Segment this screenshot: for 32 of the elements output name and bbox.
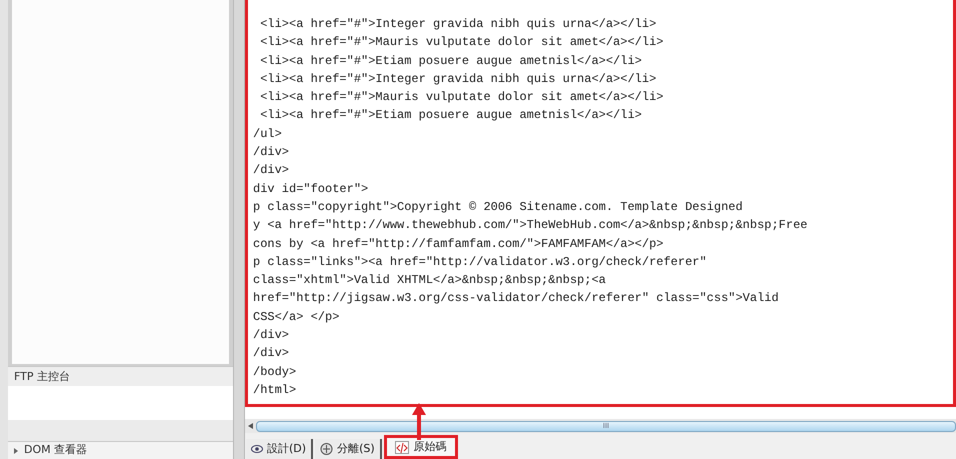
code-line: class="xhtml">Valid XHTML</a>&nbsp;&nbsp;&nbsp;<a [253, 272, 606, 290]
code-line: /div> [253, 144, 290, 162]
view-tab[interactable]: 分離(S) [315, 439, 382, 459]
code-line: <li><a href="#">Integer gravida nibh quis urna</a></li> [259, 16, 656, 33]
scroll-left-icon[interactable] [248, 423, 253, 429]
split-view-icon [320, 443, 334, 455]
code-line: div id="footer"> [253, 180, 368, 198]
code-line: /div> [253, 345, 290, 362]
code-line: /div> [253, 162, 290, 180]
code-line: p class="links"><a href="http://validator.w3.org/check/referer" [253, 254, 707, 271]
code-line: y <a href="http://www.thewebhub.com/">TheWebHub.com</a>&nbsp;&nbsp;&nbsp;Free [253, 217, 808, 234]
view-tab[interactable]: 設計(D) [246, 439, 314, 459]
code-line: <li><a href="#">Etiam posuere augue ametnisl</a></li> [259, 52, 642, 70]
code-line: <li><a href="#">Integer gravida nibh quis urna</a></li> [259, 70, 656, 88]
code-icon [394, 440, 409, 454]
panel-title: DOM 查看器 [24, 442, 88, 458]
code-line: /ul> [253, 126, 282, 143]
code-line: CSS</a> </p> [253, 308, 340, 326]
code-line: /body> [253, 364, 296, 381]
code-line: href="http://jigsaw.w3.org/css-validator/check/referer" class="css">Valid [253, 290, 779, 308]
code-line: cons by <a href="http://famfamfam.com/">FAMFAMFAM</a></p> [253, 236, 664, 253]
code-line: p class="copyright">Copyright © 2006 Sitename.com. Template Designed [253, 198, 743, 216]
code-line: <li><a href="#">Etiam posuere augue ametnisl</a></li> [259, 107, 642, 124]
code-line: <li><a href="#">Mauris vulputate dolor sit amet</a></li> [259, 34, 664, 52]
code-line: /div> [253, 327, 290, 344]
expand-arrow-icon[interactable] [14, 448, 18, 454]
eye-icon [251, 445, 263, 453]
view-tab[interactable]: 原始碼 [384, 435, 458, 459]
arrow-icon [412, 403, 426, 440]
code-line: /html> [253, 382, 296, 399]
code-line: <li><a href="#">Mauris vulputate dolor sit amet</a></li> [259, 89, 664, 106]
code-editor[interactable] [245, 0, 956, 407]
